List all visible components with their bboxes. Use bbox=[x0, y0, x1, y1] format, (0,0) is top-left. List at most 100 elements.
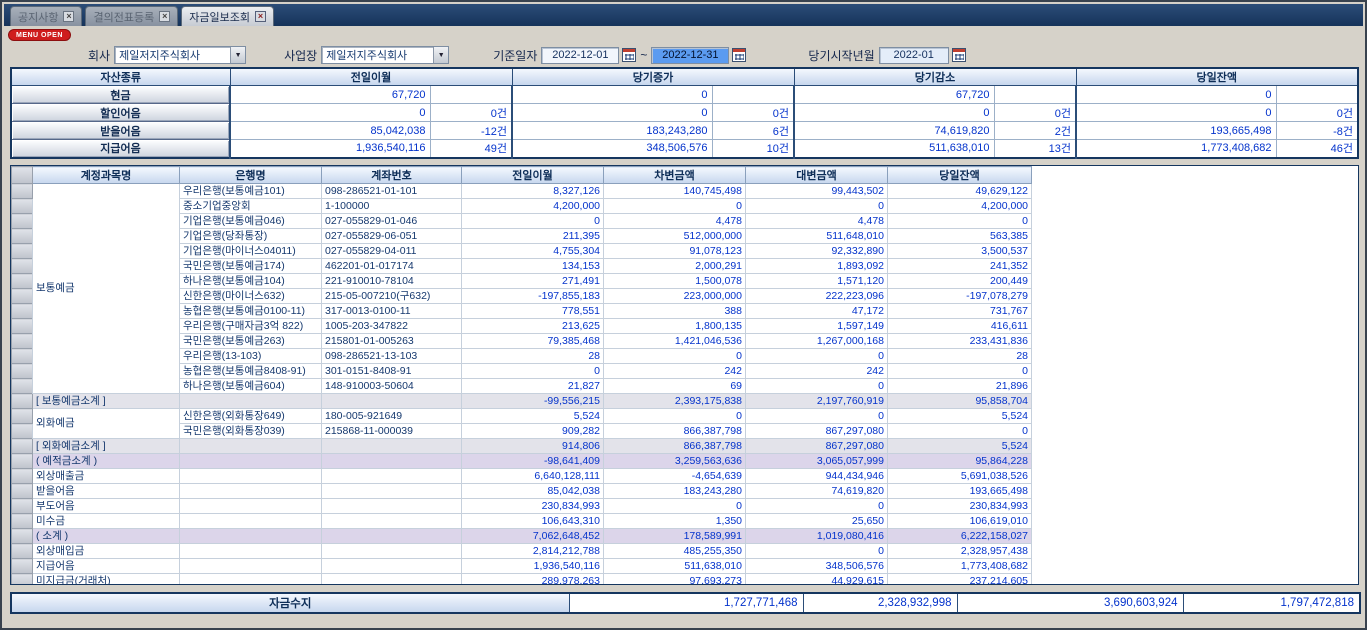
count-cell bbox=[430, 86, 512, 104]
row-selector[interactable] bbox=[12, 184, 33, 199]
row-selector[interactable] bbox=[12, 289, 33, 304]
count-cell: 6건 bbox=[712, 122, 794, 140]
fund-balance-table: 자금수지 1,727,771,468 2,328,932,998 3,690,6… bbox=[10, 592, 1361, 614]
bank-cell bbox=[180, 394, 322, 409]
row-selector[interactable] bbox=[12, 574, 33, 586]
debit-cell: 2,000,291 bbox=[604, 259, 746, 274]
row-selector[interactable] bbox=[12, 364, 33, 379]
bank-cell: 신한은행(외화통장649) bbox=[180, 409, 322, 424]
balance-cell: 0 bbox=[888, 364, 1032, 379]
row-selector[interactable] bbox=[12, 439, 33, 454]
debit-cell: 140,745,498 bbox=[604, 184, 746, 199]
count-cell bbox=[1276, 86, 1358, 104]
accno-cell: 317-0013-0100-11 bbox=[322, 304, 462, 319]
close-icon[interactable]: × bbox=[63, 11, 74, 22]
row-selector[interactable] bbox=[12, 394, 33, 409]
detail-row: 외상매입금2,814,212,788485,255,35002,328,957,… bbox=[12, 544, 1032, 559]
tab-voucher-entry[interactable]: 결의전표등록 × bbox=[85, 6, 178, 26]
row-selector[interactable] bbox=[12, 214, 33, 229]
asset-type-cell[interactable]: 받을어음 bbox=[11, 122, 230, 140]
bank-cell bbox=[180, 529, 322, 544]
amount-cell: 0 bbox=[512, 104, 712, 122]
company-label: 회사 bbox=[88, 47, 110, 64]
debit-cell: 866,387,798 bbox=[604, 424, 746, 439]
date-to-input[interactable]: 2022-12-31 bbox=[651, 47, 729, 64]
prev-cell: 211,395 bbox=[462, 229, 604, 244]
calendar-icon[interactable] bbox=[622, 48, 636, 62]
row-selector[interactable] bbox=[12, 454, 33, 469]
calendar-icon[interactable] bbox=[952, 48, 966, 62]
accno-cell: 221-910010-78104 bbox=[322, 274, 462, 289]
debit-cell: 0 bbox=[604, 349, 746, 364]
bank-cell bbox=[180, 559, 322, 574]
row-selector[interactable] bbox=[12, 409, 33, 424]
row-selector[interactable] bbox=[12, 334, 33, 349]
detail-header: 계정과목명 bbox=[33, 167, 180, 184]
row-selector[interactable] bbox=[12, 229, 33, 244]
row-selector[interactable] bbox=[12, 544, 33, 559]
row-selector[interactable] bbox=[12, 499, 33, 514]
row-selector[interactable] bbox=[12, 199, 33, 214]
row-selector[interactable] bbox=[12, 259, 33, 274]
credit-cell: 25,650 bbox=[746, 514, 888, 529]
tab-fund-daily-report[interactable]: 자금일보조회 × bbox=[181, 6, 274, 26]
amount-cell: 74,619,820 bbox=[794, 122, 994, 140]
tab-label: 결의전표등록 bbox=[93, 9, 154, 25]
account-cell: 외상매입금 bbox=[33, 544, 180, 559]
menu-open-button[interactable]: MENU OPEN bbox=[8, 29, 71, 41]
summary-table: 자산종류 전일이월 당기증가 당기감소 당일잔액 현금67,720067,720… bbox=[10, 67, 1359, 159]
debit-cell: 866,387,798 bbox=[604, 439, 746, 454]
asset-type-cell[interactable]: 지급어음 bbox=[11, 140, 230, 158]
date-from-input[interactable]: 2022-12-01 bbox=[541, 47, 619, 64]
site-select[interactable]: 제일저지주식회사 ▼ bbox=[321, 46, 449, 64]
count-cell: 0건 bbox=[994, 104, 1076, 122]
prev-cell: 5,524 bbox=[462, 409, 604, 424]
row-selector[interactable] bbox=[12, 304, 33, 319]
fund-balance-label: 자금수지 bbox=[11, 593, 569, 613]
row-selector[interactable] bbox=[12, 514, 33, 529]
credit-cell: 1,597,149 bbox=[746, 319, 888, 334]
prev-cell: 213,625 bbox=[462, 319, 604, 334]
row-selector[interactable] bbox=[12, 244, 33, 259]
row-selector[interactable] bbox=[12, 559, 33, 574]
amount-cell: 511,638,010 bbox=[794, 140, 994, 158]
base-date-label: 기준일자 bbox=[493, 47, 537, 64]
detail-header-row: 계정과목명 은행명 계좌번호 전일이월 차변금액 대변금액 당일잔액 bbox=[12, 167, 1032, 184]
accno-cell: 1-100000 bbox=[322, 199, 462, 214]
balance-cell: 731,767 bbox=[888, 304, 1032, 319]
row-selector[interactable] bbox=[12, 469, 33, 484]
balance-cell: 416,611 bbox=[888, 319, 1032, 334]
close-icon[interactable]: × bbox=[255, 11, 266, 22]
asset-type-cell[interactable]: 할인어음 bbox=[11, 104, 230, 122]
row-selector[interactable] bbox=[12, 529, 33, 544]
bank-cell bbox=[180, 454, 322, 469]
row-selector[interactable] bbox=[12, 274, 33, 289]
bank-cell: 기업은행(마이너스04011) bbox=[180, 244, 322, 259]
bank-cell: 농협은행(보통예금8408-91) bbox=[180, 364, 322, 379]
chevron-down-icon[interactable]: ▼ bbox=[433, 47, 448, 63]
close-icon[interactable]: × bbox=[159, 11, 170, 22]
row-selector[interactable] bbox=[12, 484, 33, 499]
fund-balance-value: 2,328,932,998 bbox=[803, 593, 957, 613]
period-start-input[interactable]: 2022-01 bbox=[879, 47, 949, 64]
credit-cell: 0 bbox=[746, 379, 888, 394]
credit-cell: 74,619,820 bbox=[746, 484, 888, 499]
summary-row: 현금67,720067,7200 bbox=[11, 86, 1358, 104]
date-range-separator: ~ bbox=[640, 48, 647, 62]
asset-type-cell[interactable]: 현금 bbox=[11, 86, 230, 104]
amount-cell: 0 bbox=[1076, 86, 1276, 104]
row-selector[interactable] bbox=[12, 349, 33, 364]
company-select[interactable]: 제일저지주식회사 ▼ bbox=[114, 46, 246, 64]
calendar-icon[interactable] bbox=[732, 48, 746, 62]
row-selector[interactable] bbox=[12, 319, 33, 334]
tab-notice[interactable]: 공지사항 × bbox=[10, 6, 82, 26]
count-cell: 49건 bbox=[430, 140, 512, 158]
prev-cell: 2,814,212,788 bbox=[462, 544, 604, 559]
chevron-down-icon[interactable]: ▼ bbox=[230, 47, 245, 63]
debit-cell: 1,500,078 bbox=[604, 274, 746, 289]
prev-cell: 21,827 bbox=[462, 379, 604, 394]
row-selector[interactable] bbox=[12, 424, 33, 439]
accno-cell bbox=[322, 439, 462, 454]
row-selector[interactable] bbox=[12, 379, 33, 394]
account-group-cell: 외화예금 bbox=[33, 409, 180, 439]
